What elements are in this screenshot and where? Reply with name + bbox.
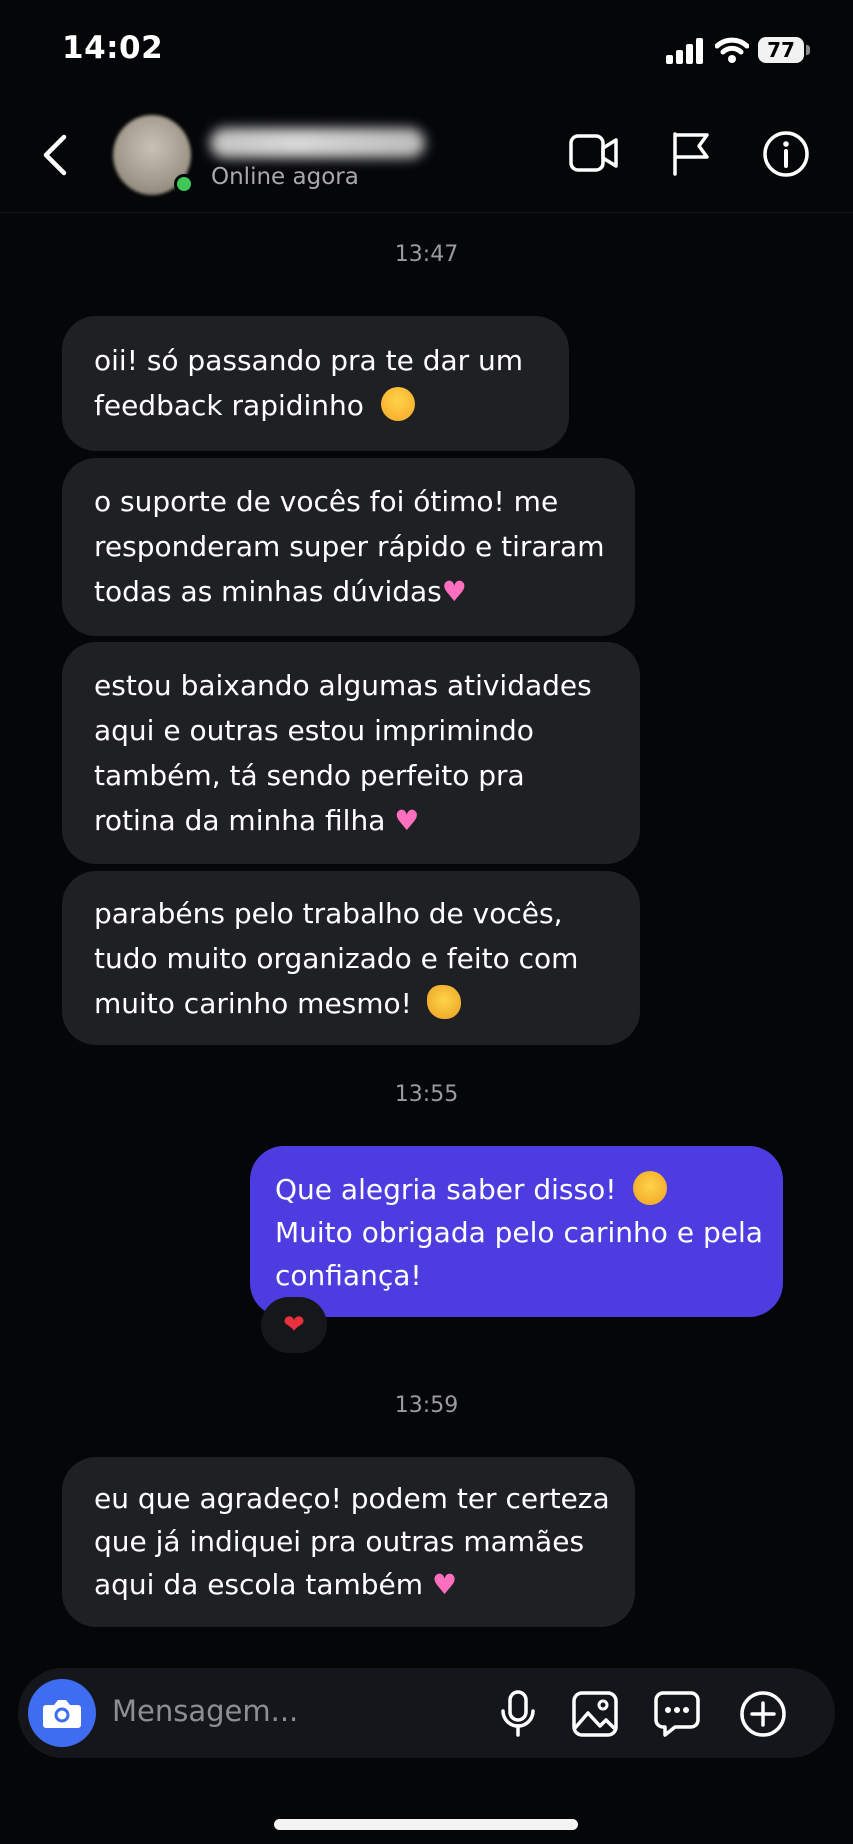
message-bubble-outgoing[interactable]: Que alegria saber disso! Muito obrigada … bbox=[250, 1146, 783, 1317]
message-line: oii! só passando pra te dar um bbox=[94, 344, 524, 377]
message-line: parabéns pelo trabalho de vocês, bbox=[94, 897, 563, 930]
video-call-icon[interactable] bbox=[568, 130, 620, 176]
message-line: rotina da minha filha bbox=[94, 804, 386, 837]
message-bubble-incoming[interactable]: estou baixando algumas atividades aqui e… bbox=[62, 642, 640, 864]
heart-emoji: ♥ bbox=[441, 575, 467, 608]
message-input[interactable]: Mensagem... bbox=[112, 1694, 298, 1728]
username-blurred[interactable] bbox=[210, 128, 425, 158]
timestamp: 13:59 bbox=[394, 1393, 459, 1418]
message-line: aqui e outras estou imprimindo bbox=[94, 714, 534, 747]
flag-icon[interactable] bbox=[669, 130, 713, 176]
gallery-icon[interactable] bbox=[571, 1690, 619, 1738]
message-bubble-incoming[interactable]: o suporte de vocês foi ótimo! me respond… bbox=[62, 458, 635, 636]
message-bubble-incoming[interactable]: oii! só passando pra te dar um feedback … bbox=[62, 316, 569, 451]
heart-emoji: ♥ bbox=[394, 804, 420, 837]
message-bubble-incoming[interactable]: parabéns pelo trabalho de vocês, tudo mu… bbox=[62, 871, 640, 1045]
home-indicator bbox=[274, 1819, 578, 1830]
message-line: estou baixando algumas atividades bbox=[94, 669, 592, 702]
message-line: feedback rapidinho bbox=[94, 389, 364, 422]
message-line: eu que agradeço! podem ter certeza bbox=[94, 1482, 610, 1515]
header-divider bbox=[0, 212, 853, 213]
back-arrow-icon[interactable] bbox=[40, 133, 70, 177]
battery-indicator: 77 bbox=[758, 37, 804, 63]
heart-reaction[interactable]: ❤ bbox=[261, 1297, 327, 1353]
info-icon[interactable] bbox=[762, 130, 810, 178]
message-line: muito carinho mesmo! bbox=[94, 987, 412, 1020]
message-line: o suporte de vocês foi ótimo! me bbox=[94, 485, 559, 518]
timestamp: 13:47 bbox=[394, 242, 459, 267]
chat-bubble-icon[interactable] bbox=[653, 1690, 701, 1738]
message-line: todas as minhas dúvidas bbox=[94, 575, 442, 608]
online-status: Online agora bbox=[211, 164, 359, 190]
camera-icon bbox=[43, 1700, 81, 1728]
message-line: responderam super rápido e tiraram bbox=[94, 530, 605, 563]
timestamp: 13:55 bbox=[394, 1082, 459, 1107]
wifi-icon bbox=[715, 37, 749, 63]
camera-button[interactable] bbox=[28, 1679, 96, 1747]
microphone-icon[interactable] bbox=[498, 1689, 538, 1739]
message-line: também, tá sendo perfeito pra bbox=[94, 759, 525, 792]
message-line: aqui da escola também bbox=[94, 1568, 424, 1601]
message-bubble-incoming[interactable]: eu que agradeço! podem ter certeza que j… bbox=[62, 1457, 635, 1627]
message-line: tudo muito organizado e feito com bbox=[94, 942, 579, 975]
smiling-face-with-hearts-emoji bbox=[633, 1171, 668, 1205]
clapping-hands-emoji bbox=[426, 985, 461, 1019]
heart-emoji: ♥ bbox=[431, 1568, 458, 1601]
add-icon[interactable] bbox=[739, 1690, 787, 1738]
message-line: que já indiquei pra outras mamães bbox=[94, 1525, 585, 1558]
signal-icon bbox=[666, 38, 703, 64]
battery-cap bbox=[806, 45, 810, 55]
message-line: confiança! bbox=[275, 1259, 422, 1292]
status-time: 14:02 bbox=[62, 30, 164, 66]
message-line: Muito obrigada pelo carinho e pela bbox=[275, 1216, 763, 1249]
online-indicator bbox=[174, 174, 194, 194]
message-line: Que alegria saber disso! bbox=[275, 1173, 617, 1206]
smiling-face-emoji bbox=[380, 387, 415, 421]
